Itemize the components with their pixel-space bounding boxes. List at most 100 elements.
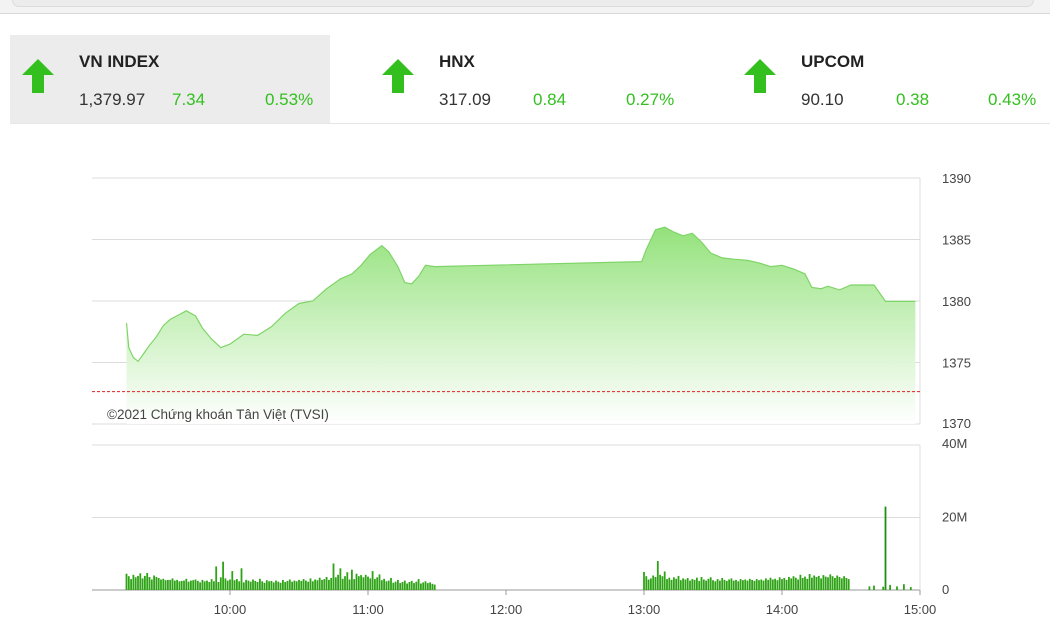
volume-bar bbox=[183, 580, 185, 590]
volume-bar bbox=[378, 574, 381, 590]
volume-bar bbox=[242, 582, 245, 590]
volume-bar bbox=[291, 581, 293, 590]
volume-bar bbox=[323, 579, 326, 590]
volume-bar bbox=[334, 577, 337, 590]
volume-bar bbox=[751, 579, 753, 590]
volume-bar bbox=[785, 579, 788, 590]
volume-bar bbox=[341, 578, 344, 590]
volume-bar bbox=[208, 582, 211, 590]
volume-bar bbox=[776, 580, 779, 590]
time-tick-label: 14:00 bbox=[766, 602, 799, 617]
volume-bar bbox=[788, 577, 790, 590]
volume-bar bbox=[176, 579, 178, 590]
volume-bar bbox=[330, 578, 333, 590]
volume-bar bbox=[353, 579, 356, 590]
volume-bar bbox=[141, 578, 144, 590]
volume-bar bbox=[169, 579, 172, 590]
time-axis-labels: 10:00 11:00 12:00 13:00 14:00 15:00 bbox=[214, 590, 937, 617]
volume-bar bbox=[298, 579, 300, 590]
volume-bar bbox=[355, 573, 358, 590]
volume-bar bbox=[401, 582, 404, 590]
volume-bar bbox=[797, 579, 799, 590]
volume-bar bbox=[240, 568, 243, 591]
volume-bar bbox=[328, 579, 330, 590]
volume-bar bbox=[284, 582, 287, 590]
volume-bar bbox=[302, 579, 305, 590]
volume-bar bbox=[275, 580, 277, 590]
volume-bar bbox=[661, 576, 664, 590]
volume-bar bbox=[719, 580, 721, 590]
volume-bar bbox=[730, 578, 733, 590]
volume-bar bbox=[675, 578, 678, 590]
volume-bar bbox=[693, 579, 696, 590]
volume-bar bbox=[233, 580, 236, 590]
volume-bar bbox=[909, 587, 912, 590]
volume-bar bbox=[247, 580, 250, 590]
volume-bar bbox=[760, 579, 763, 590]
volume-bar bbox=[663, 571, 666, 590]
volume-bar bbox=[735, 579, 737, 590]
volume-bar bbox=[643, 571, 645, 590]
volume-bar bbox=[716, 579, 719, 590]
volume-bar bbox=[279, 582, 282, 591]
volume-bar bbox=[868, 586, 871, 590]
volume-bar bbox=[160, 579, 162, 590]
volume-bar bbox=[362, 577, 365, 590]
volume-bar bbox=[314, 579, 316, 590]
volume-bar bbox=[367, 576, 369, 590]
volume-bar bbox=[829, 574, 832, 590]
volume-bar bbox=[171, 578, 174, 590]
volume-bar bbox=[259, 578, 261, 590]
volume-bar bbox=[374, 579, 376, 590]
volume-bar bbox=[698, 580, 701, 590]
volume-bar bbox=[746, 580, 749, 590]
volume-axis-labels: 40M 20M 0 bbox=[942, 436, 967, 597]
volume-bar bbox=[834, 578, 836, 590]
volume-bar bbox=[390, 578, 392, 590]
volume-bar bbox=[691, 579, 694, 590]
volume-bar bbox=[155, 577, 158, 590]
volume-bars bbox=[125, 506, 912, 591]
volume-bar bbox=[843, 576, 845, 590]
volume-bar bbox=[180, 580, 183, 590]
price-area bbox=[126, 227, 916, 424]
volume-tick-label: 20M bbox=[942, 510, 967, 525]
volume-bar bbox=[700, 577, 703, 590]
volume-bar bbox=[288, 579, 291, 590]
volume-bar bbox=[677, 575, 680, 590]
time-tick-label: 13:00 bbox=[628, 602, 661, 617]
volume-bar bbox=[229, 579, 231, 590]
intraday-chart: ©2021 Chứng khoán Tân Việt (TVSI) 139013… bbox=[92, 171, 971, 617]
time-tick-label: 15:00 bbox=[904, 602, 937, 617]
volume-bar bbox=[806, 578, 809, 590]
volume-bar bbox=[840, 578, 843, 590]
volume-bar bbox=[293, 580, 296, 590]
volume-bar bbox=[213, 581, 215, 590]
volume-bar bbox=[765, 578, 767, 590]
volume-bar bbox=[737, 581, 740, 590]
volume-bar bbox=[424, 581, 427, 590]
volume-bar bbox=[415, 581, 418, 590]
volume-bar bbox=[231, 571, 234, 590]
volume-bar bbox=[650, 578, 652, 590]
volume-bar bbox=[903, 584, 905, 590]
volume-bar bbox=[194, 579, 197, 590]
volume-bar bbox=[742, 580, 744, 590]
volume-bar bbox=[771, 579, 774, 590]
time-tick-label: 10:00 bbox=[214, 602, 247, 617]
volume-bar bbox=[652, 575, 655, 590]
volume-bar bbox=[282, 579, 284, 590]
volume-bar bbox=[387, 580, 390, 590]
volume-bar bbox=[783, 578, 786, 590]
volume-bar bbox=[263, 582, 266, 591]
volume-bar bbox=[325, 577, 328, 590]
volume-bar bbox=[682, 578, 684, 590]
volume-bar bbox=[286, 580, 289, 590]
volume-bar bbox=[824, 576, 827, 590]
volume-bar bbox=[410, 580, 413, 590]
volume-bar bbox=[429, 582, 431, 590]
volume-bar bbox=[808, 574, 811, 590]
volume-bar bbox=[261, 581, 264, 590]
volume-bar bbox=[148, 577, 151, 590]
price-tick-label: 1380 bbox=[942, 294, 971, 309]
